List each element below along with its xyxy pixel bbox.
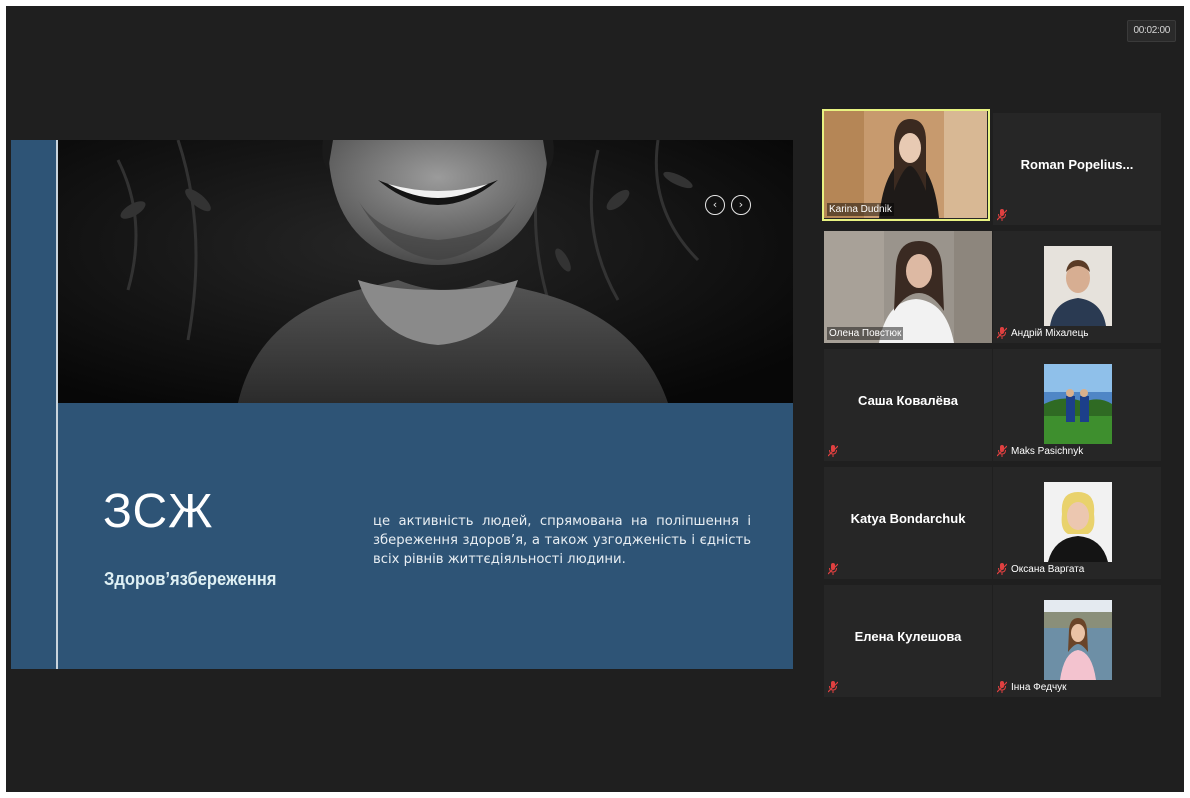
- mic-muted-icon: [997, 563, 1007, 575]
- participant-avatar: [1044, 246, 1112, 326]
- chevron-right-icon: ›: [738, 198, 744, 211]
- slide-prev-button[interactable]: ‹: [705, 195, 725, 215]
- smiling-man-photo: [58, 140, 793, 403]
- participant-tile-katya-bondarchuk[interactable]: Katya Bondarchuk: [824, 467, 992, 579]
- mic-muted-icon: [828, 563, 838, 575]
- meeting-timer: 00:02:00: [1127, 20, 1176, 42]
- meeting-window: 00:02:00 ‹ › ЗСЖ Здоров’язбереження це а…: [6, 6, 1184, 792]
- participant-name: Інна Федчук: [1011, 682, 1067, 693]
- slide-subtitle: Здоров’язбереження: [104, 569, 277, 589]
- participant-name: Maks Pasichnyk: [1011, 446, 1084, 457]
- participant-name: Roman Popelius...: [1020, 157, 1134, 172]
- participant-avatar: [1044, 600, 1112, 680]
- mic-muted-icon: [828, 445, 838, 457]
- shared-screen-slide: ‹ › ЗСЖ Здоров’язбереження це активність…: [11, 140, 793, 669]
- participant-tile-oksana-varhata[interactable]: Оксана Варгата: [993, 467, 1161, 579]
- participant-name: Андрій Міхалець: [1011, 328, 1089, 339]
- participant-tile-roman-popelius[interactable]: Roman Popelius...: [993, 113, 1161, 225]
- slide-next-button[interactable]: ›: [731, 195, 751, 215]
- participant-video: [824, 111, 987, 218]
- chevron-left-icon: ‹: [712, 198, 718, 211]
- mic-muted-icon: [997, 681, 1007, 693]
- participant-name: Katya Bondarchuk: [850, 511, 966, 526]
- participant-avatar: [1044, 482, 1112, 562]
- mic-muted-icon: [997, 209, 1007, 221]
- participant-avatar: [1044, 364, 1112, 444]
- mic-muted-icon: [997, 327, 1007, 339]
- mic-muted-icon: [828, 681, 838, 693]
- participant-name: Саша Ковалёва: [858, 393, 958, 408]
- participant-tile-olena-povstiuk[interactable]: Олена Повстюк: [824, 231, 992, 343]
- participant-tile-maks-pasichnyk[interactable]: Maks Pasichnyk: [993, 349, 1161, 461]
- participant-name: Оксана Варгата: [1011, 564, 1085, 575]
- participant-tile-inna-fedchuk[interactable]: Інна Федчук: [993, 585, 1161, 697]
- participant-name: Олена Повстюк: [827, 327, 904, 340]
- participant-name: Елена Кулешова: [854, 629, 962, 644]
- slide-body-text: це активність людей, спрямована на поліп…: [373, 514, 751, 567]
- participant-tile-elena-kuleshova[interactable]: Елена Кулешова: [824, 585, 992, 697]
- participant-tile-sasha-kovaleva[interactable]: Саша Ковалёва: [824, 349, 992, 461]
- mic-muted-icon: [997, 445, 1007, 457]
- participant-name: Karina Dudnik: [827, 203, 894, 216]
- participant-tile-karina-dudnik[interactable]: Karina Dudnik: [822, 109, 990, 221]
- slide-photo: ‹ ›: [58, 140, 793, 403]
- slide-title: ЗСЖ: [103, 485, 214, 538]
- participant-tile-andrii-mikhalets[interactable]: Андрій Міхалець: [993, 231, 1161, 343]
